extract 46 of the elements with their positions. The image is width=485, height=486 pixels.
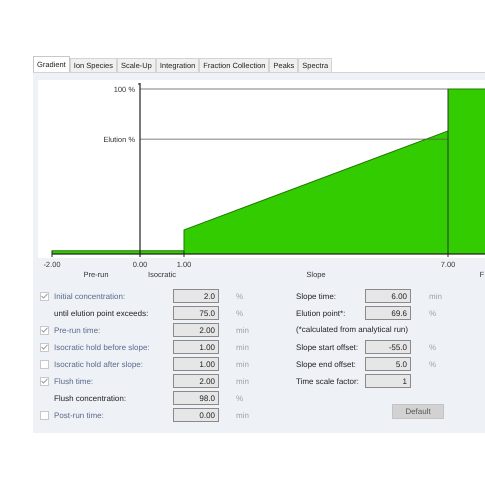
field-label: Isocratic hold after slope:	[54, 360, 144, 368]
input-field[interactable]: 69.6	[365, 306, 411, 320]
input-field[interactable]: 1.00	[173, 340, 219, 354]
input-field[interactable]: 6.00	[365, 289, 411, 303]
input-field[interactable]: 98.0	[173, 391, 219, 405]
field-label: Pre-run time:	[54, 326, 102, 334]
unit-label: min	[235, 410, 250, 420]
input-field[interactable]: 1.00	[173, 357, 219, 371]
checkbox[interactable]	[40, 342, 49, 352]
unit-label: %	[428, 342, 438, 352]
unit-label: min	[235, 326, 250, 334]
input-field[interactable]: 1	[365, 374, 411, 388]
field-label: Elution point*:	[296, 308, 346, 318]
field-label: Slope end offset:	[296, 360, 357, 368]
input-field[interactable]: 0.00	[173, 408, 219, 422]
checkbox[interactable]	[40, 376, 49, 386]
field-label: Flush time:	[54, 376, 94, 386]
field-label: Slope start offset:	[296, 342, 360, 352]
checkbox[interactable]	[40, 360, 49, 368]
checkbox[interactable]	[40, 326, 49, 334]
field-label: Time scale factor:	[296, 376, 360, 386]
input-field[interactable]: 2.0	[173, 289, 219, 303]
unit-label: %	[235, 308, 244, 318]
input-field[interactable]: 5.0	[365, 357, 411, 371]
input-field[interactable]: -55.0	[365, 340, 411, 354]
field-label: Post-run time:	[54, 410, 105, 420]
unit-label: %	[235, 394, 244, 402]
field-label: Slope time:	[296, 292, 338, 300]
default-button[interactable]: Default	[392, 404, 444, 419]
unit-label: %	[235, 292, 244, 300]
field-label: Flush concentration:	[54, 394, 128, 402]
checkbox[interactable]	[40, 410, 49, 420]
unit-label: min	[235, 376, 250, 386]
checkbox[interactable]	[40, 292, 49, 300]
input-field[interactable]: 75.0	[173, 306, 219, 320]
unit-label: %	[428, 360, 438, 368]
unit-label: %	[428, 308, 438, 318]
field-label: Initial concentration:	[54, 292, 126, 300]
unit-label: min	[235, 360, 250, 368]
input-field[interactable]: 2.00	[173, 323, 219, 337]
field-label: Isocratic hold before slope:	[54, 342, 151, 352]
field-label: until elution point exceeds:	[54, 308, 150, 318]
unit-label: min	[235, 342, 250, 352]
unit-label: min	[428, 292, 443, 300]
footnote: (*calculated from analytical run)	[296, 324, 410, 336]
input-field[interactable]: 2.00	[173, 374, 219, 388]
